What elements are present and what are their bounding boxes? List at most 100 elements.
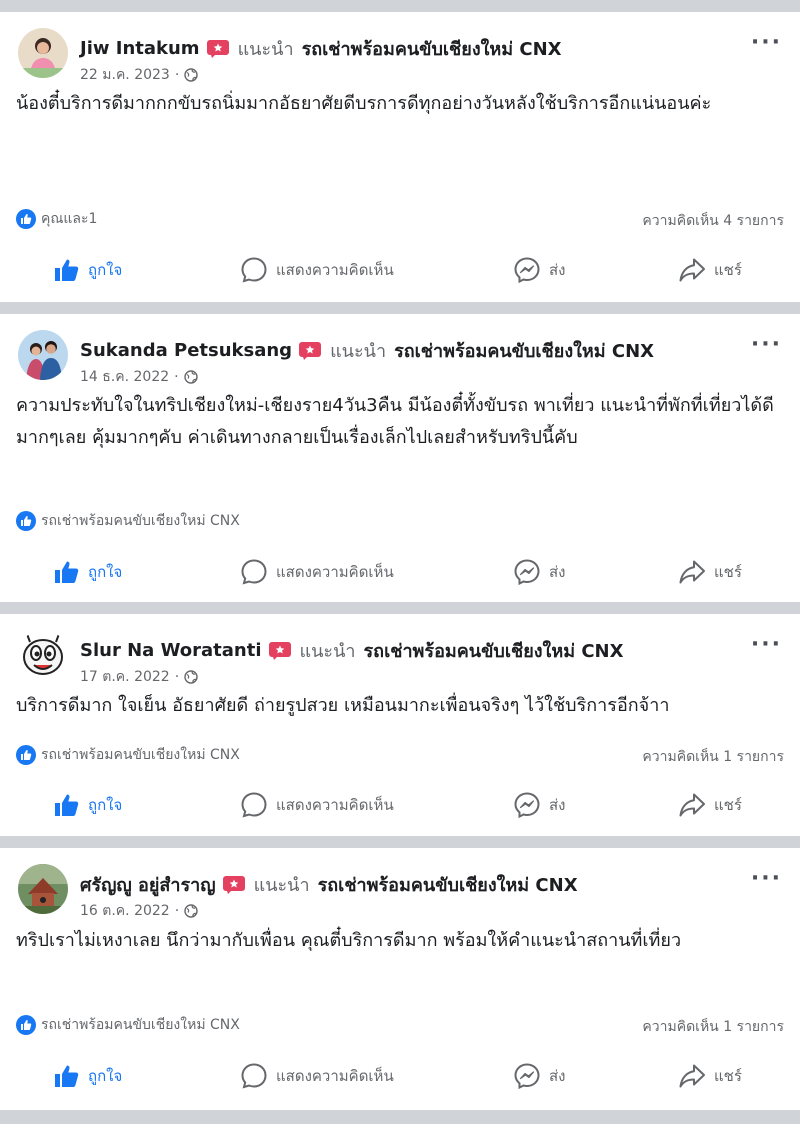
recommend-icon [268, 641, 291, 660]
globe-icon [184, 68, 198, 82]
post-header: Sukanda Petsuksang แนะนำ รถเช่าพร้อมคนขั… [80, 336, 654, 365]
messenger-icon [514, 559, 540, 586]
comment-icon [241, 257, 267, 283]
date-separator: · [174, 669, 180, 685]
share-button[interactable]: แชร์ [678, 785, 742, 825]
post-date[interactable]: 17 ต.ค. 2022 [80, 666, 170, 688]
share-label: แชร์ [714, 563, 742, 581]
reactions-text: คุณและ1 [41, 211, 98, 227]
comment-button[interactable]: แสดงความคิดเห็น [240, 1056, 394, 1096]
comment-icon [241, 792, 267, 818]
share-icon [679, 1064, 705, 1088]
like-button[interactable]: ถูกใจ [54, 1056, 122, 1096]
messenger-icon [514, 792, 540, 819]
comments-count[interactable]: ความคิดเห็น 4 รายการ [642, 210, 784, 232]
post-date[interactable]: 16 ต.ค. 2022 [80, 900, 170, 922]
share-label: แชร์ [714, 1067, 742, 1085]
recommends-label: แนะนำ [299, 641, 356, 662]
action-bar: ถูกใจ แสดงความคิดเห็น ส่ง แชร์ [0, 552, 800, 592]
like-label: ถูกใจ [88, 1067, 123, 1085]
post-meta: 16 ต.ค. 2022 · [80, 900, 198, 922]
recommend-icon [206, 39, 229, 58]
recommend-icon [222, 875, 245, 894]
page-name-link[interactable]: รถเช่าพร้อมคนขับเชียงใหม่ CNX [302, 34, 562, 63]
recommends-label: แนะนำ [330, 341, 387, 362]
send-button[interactable]: ส่ง [513, 785, 565, 825]
globe-icon [184, 670, 198, 684]
more-options-icon[interactable]: ··· [751, 30, 782, 55]
share-label: แชร์ [714, 796, 742, 814]
share-icon [679, 560, 705, 584]
comment-icon [241, 1063, 267, 1089]
review-text: บริการดีมาก ใจเย็น อัธยาศัยดี ถ่ายรูปสวย… [16, 695, 670, 716]
date-separator: · [174, 369, 179, 385]
more-options-icon[interactable]: ··· [751, 632, 782, 657]
more-options-icon[interactable]: ··· [751, 866, 782, 891]
send-button[interactable]: ส่ง [513, 250, 565, 290]
more-options-icon[interactable]: ··· [751, 332, 782, 357]
send-label: ส่ง [549, 261, 566, 279]
share-icon [679, 793, 705, 817]
post-header: Jiw Intakum แนะนำ รถเช่าพร้อมคนขับเชียงใ… [80, 34, 562, 63]
post-meta: 22 ม.ค. 2023 · [80, 64, 198, 86]
like-reaction-icon [16, 511, 36, 531]
comment-label: แสดงความคิดเห็น [276, 563, 394, 581]
post-header: ศรัญญู อยู่สำราญ แนะนำ รถเช่าพร้อมคนขับเ… [80, 870, 578, 899]
comment-button[interactable]: แสดงความคิดเห็น [240, 785, 394, 825]
avatar[interactable] [18, 28, 68, 78]
avatar[interactable] [18, 864, 68, 914]
reactions-summary[interactable]: รถเช่าพร้อมคนขับเชียงใหม่ CNX [16, 744, 240, 766]
page-name-link[interactable]: รถเช่าพร้อมคนขับเชียงใหม่ CNX [318, 870, 578, 899]
avatar[interactable] [18, 630, 68, 680]
comment-label: แสดงความคิดเห็น [276, 1067, 394, 1085]
recommend-icon [299, 341, 322, 360]
review-text: ความประทับใจในทริปเชียงใหม่-เชียงราย4วัน… [16, 395, 774, 448]
thumbs-up-icon [55, 794, 79, 816]
author-name[interactable]: ศรัญญู อยู่สำราญ [80, 870, 216, 899]
thumbs-up-icon [55, 561, 79, 583]
like-button[interactable]: ถูกใจ [54, 785, 122, 825]
action-bar: ถูกใจ แสดงความคิดเห็น ส่ง แชร์ [0, 250, 800, 290]
send-button[interactable]: ส่ง [513, 552, 565, 592]
like-button[interactable]: ถูกใจ [54, 250, 122, 290]
review-card: Sukanda Petsuksang แนะนำ รถเช่าพร้อมคนขั… [0, 314, 800, 602]
share-button[interactable]: แชร์ [678, 250, 742, 290]
comments-count[interactable]: ความคิดเห็น 1 รายการ [642, 1016, 784, 1038]
comment-icon [241, 559, 267, 585]
share-button[interactable]: แชร์ [678, 1056, 742, 1096]
page-name-link[interactable]: รถเช่าพร้อมคนขับเชียงใหม่ CNX [364, 636, 624, 665]
messenger-icon [514, 1063, 540, 1090]
avatar[interactable] [18, 330, 68, 380]
reactions-text: รถเช่าพร้อมคนขับเชียงใหม่ CNX [41, 747, 240, 763]
author-name[interactable]: Sukanda Petsuksang [80, 340, 292, 361]
review-text: น้องตี๋บริการดีมากกกขับรถนิ่มมากอัธยาศัย… [16, 93, 712, 114]
recommends-label: แนะนำ [253, 875, 310, 896]
action-bar: ถูกใจ แสดงความคิดเห็น ส่ง แชร์ [0, 785, 800, 825]
date-separator: · [174, 903, 180, 919]
post-date[interactable]: 22 ม.ค. 2023 [80, 64, 170, 86]
send-label: ส่ง [549, 1067, 566, 1085]
comment-label: แสดงความคิดเห็น [276, 261, 394, 279]
comments-count[interactable]: ความคิดเห็น 1 รายการ [642, 746, 784, 768]
review-card: Slur Na Woratanti แนะนำ รถเช่าพร้อมคนขับ… [0, 614, 800, 836]
author-name[interactable]: Slur Na Woratanti [80, 640, 262, 661]
send-label: ส่ง [549, 563, 566, 581]
send-label: ส่ง [549, 796, 566, 814]
reactions-text: รถเช่าพร้อมคนขับเชียงใหม่ CNX [41, 513, 240, 529]
like-reaction-icon [16, 209, 36, 229]
page-name-link[interactable]: รถเช่าพร้อมคนขับเชียงใหม่ CNX [394, 336, 654, 365]
like-button[interactable]: ถูกใจ [54, 552, 122, 592]
date-separator: · [174, 67, 180, 83]
reactions-summary[interactable]: คุณและ1 [16, 208, 97, 230]
like-label: ถูกใจ [88, 261, 123, 279]
comment-button[interactable]: แสดงความคิดเห็น [240, 552, 394, 592]
send-button[interactable]: ส่ง [513, 1056, 565, 1096]
reactions-summary[interactable]: รถเช่าพร้อมคนขับเชียงใหม่ CNX [16, 1014, 240, 1036]
post-date[interactable]: 14 ธ.ค. 2022 [80, 366, 169, 388]
author-name[interactable]: Jiw Intakum [80, 38, 200, 59]
comment-button[interactable]: แสดงความคิดเห็น [240, 250, 394, 290]
reactions-summary[interactable]: รถเช่าพร้อมคนขับเชียงใหม่ CNX [16, 510, 240, 532]
share-label: แชร์ [714, 261, 742, 279]
like-label: ถูกใจ [88, 563, 123, 581]
share-button[interactable]: แชร์ [678, 552, 742, 592]
